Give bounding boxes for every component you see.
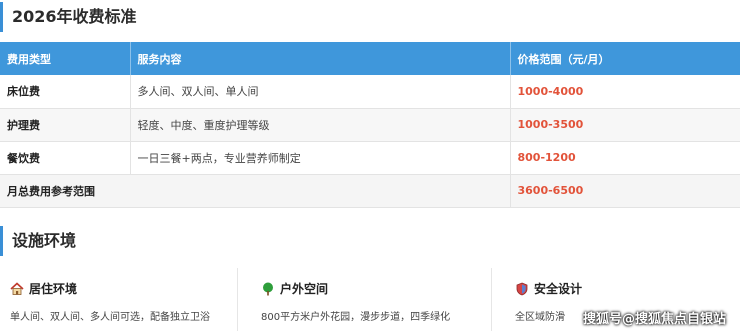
card-header: 居住环境 (10, 280, 77, 297)
fee-price: 1000-4000 (510, 75, 740, 109)
fee-table: 费用类型 服务内容 价格范围（元/月） 床位费 多人间、双人间、单人间 1000… (0, 42, 740, 208)
tree-icon (263, 282, 273, 295)
fee-content: 多人间、双人间、单人间 (130, 75, 511, 109)
card-title: 居住环境 (29, 282, 78, 296)
facility-card-outdoor: 户外空间 800平方米户外花园，漫步步道，四季绿化 (251, 268, 492, 331)
fee-price: 1000-3500 (510, 108, 740, 142)
card-title: 户外空间 (280, 282, 329, 296)
house-icon (10, 281, 24, 295)
card-header: 安全设计 (515, 280, 582, 297)
fee-table-header: 费用类型 服务内容 价格范围（元/月） (0, 42, 740, 75)
facility-section-title: 设施环境 (0, 226, 76, 256)
fees-section-title: 2026年收费标准 (0, 2, 137, 32)
card-description: 单人间、双人间、多人间可选，配备独立卫浴 (10, 312, 210, 323)
card-header: 户外空间 (261, 280, 328, 297)
fee-price: 800-1200 (510, 141, 740, 175)
column-header-type: 费用类型 (0, 42, 131, 75)
fee-type: 餐饮费 (0, 141, 131, 175)
fee-content: 一日三餐+两点，专业营养师制定 (130, 141, 511, 175)
card-description: 全区域防滑 (515, 312, 565, 323)
total-row: 月总费用参考范围 3600-6500 (0, 174, 740, 208)
fee-type: 护理费 (0, 108, 131, 142)
total-label: 月总费用参考范围 (0, 174, 511, 208)
shield-icon (516, 282, 528, 295)
total-price: 3600-6500 (510, 174, 740, 208)
column-header-price: 价格范围（元/月） (510, 42, 740, 75)
table-row: 餐饮费 一日三餐+两点，专业营养师制定 800-1200 (0, 141, 740, 175)
watermark: 搜狐号@搜狐焦点自银站 (582, 312, 726, 327)
fee-content: 轻度、中度、重度护理等级 (130, 108, 511, 142)
facility-card-living: 居住环境 单人间、双人间、多人间可选，配备独立卫浴 (0, 268, 238, 331)
table-row: 护理费 轻度、中度、重度护理等级 1000-3500 (0, 108, 740, 142)
fee-type: 床位费 (0, 75, 131, 109)
card-description: 800平方米户外花园，漫步步道，四季绿化 (261, 312, 451, 323)
card-title: 安全设计 (534, 282, 583, 296)
column-header-content: 服务内容 (130, 42, 511, 75)
table-row: 床位费 多人间、双人间、单人间 1000-4000 (0, 75, 740, 109)
